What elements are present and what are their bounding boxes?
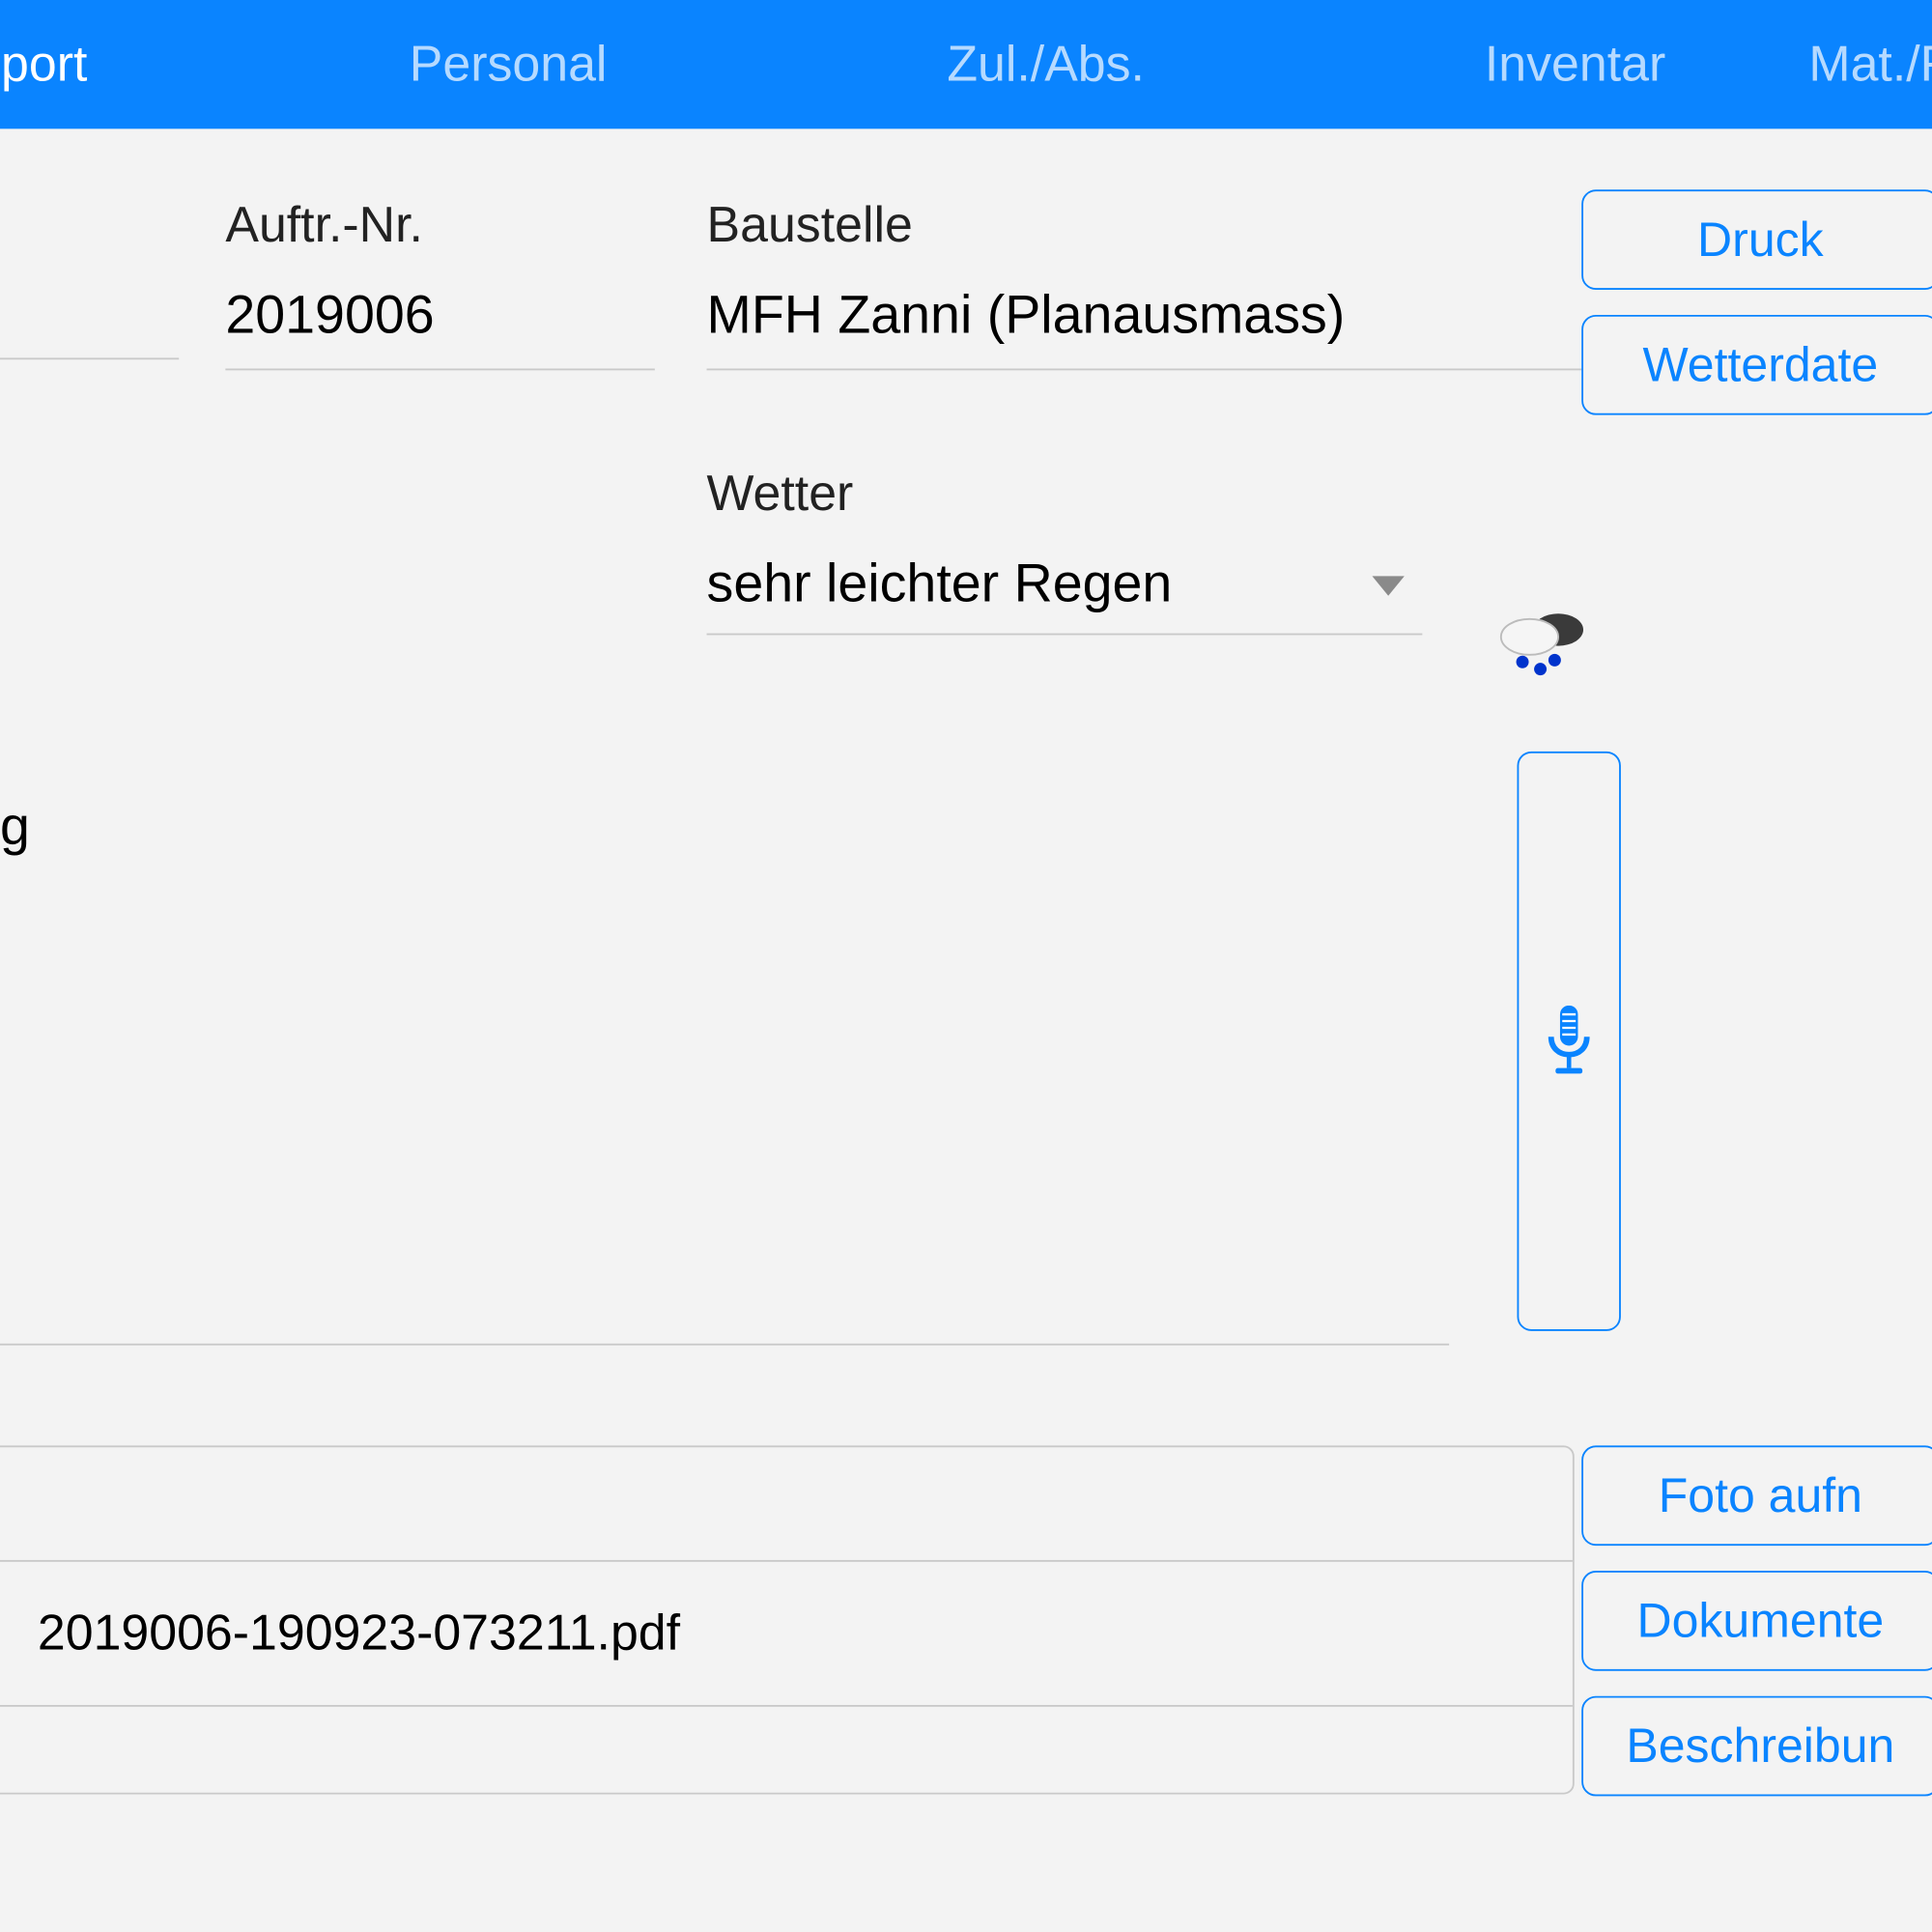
attachment-row-pdf[interactable]: 2019006-190923-073211.pdf	[0, 1562, 1573, 1707]
description-button[interactable]: Beschreibun	[1581, 1696, 1932, 1797]
print-button[interactable]: Druck	[1581, 189, 1932, 290]
weather-select[interactable]: sehr leichter Regen	[707, 554, 1423, 635]
left-field-cutoff	[0, 357, 179, 359]
tab-report[interactable]: pport	[0, 0, 159, 128]
attachment-row-empty[interactable]	[0, 1447, 1573, 1562]
chevron-down-icon	[1372, 575, 1404, 594]
microphone-icon	[1542, 1006, 1596, 1077]
site-value[interactable]: MFH Zanni (Planausmass)	[707, 286, 1602, 370]
order-number-label: Auftr.-Nr.	[225, 197, 654, 254]
tab-personal[interactable]: Personal	[338, 0, 679, 128]
attachment-row-trailing[interactable]	[0, 1707, 1573, 1793]
tab-inventar[interactable]: Inventar	[1413, 0, 1738, 128]
take-photo-button[interactable]: Foto aufn	[1581, 1445, 1932, 1546]
weather-data-button[interactable]: Wetterdate	[1581, 315, 1932, 415]
attachment-list: 2019006-190923-073211.pdf	[0, 1445, 1575, 1794]
tab-matf[interactable]: Mat./F	[1737, 0, 1932, 128]
site-label: Baustelle	[707, 197, 1602, 254]
documents-button[interactable]: Dokumente	[1581, 1571, 1932, 1671]
tab-bar: pport Personal Zul./Abs. Inventar Mat./F	[0, 0, 1932, 128]
tab-zulabs[interactable]: Zul./Abs.	[875, 0, 1216, 128]
order-number-value[interactable]: 2019006	[225, 286, 654, 370]
microphone-button[interactable]	[1517, 752, 1620, 1331]
weather-value: sehr leichter Regen	[707, 554, 1173, 615]
description-textarea[interactable]: g	[0, 755, 1449, 1346]
weather-label: Wetter	[707, 466, 1423, 523]
rain-cloud-icon	[1493, 609, 1590, 689]
description-text-fragment: g	[0, 798, 30, 859]
